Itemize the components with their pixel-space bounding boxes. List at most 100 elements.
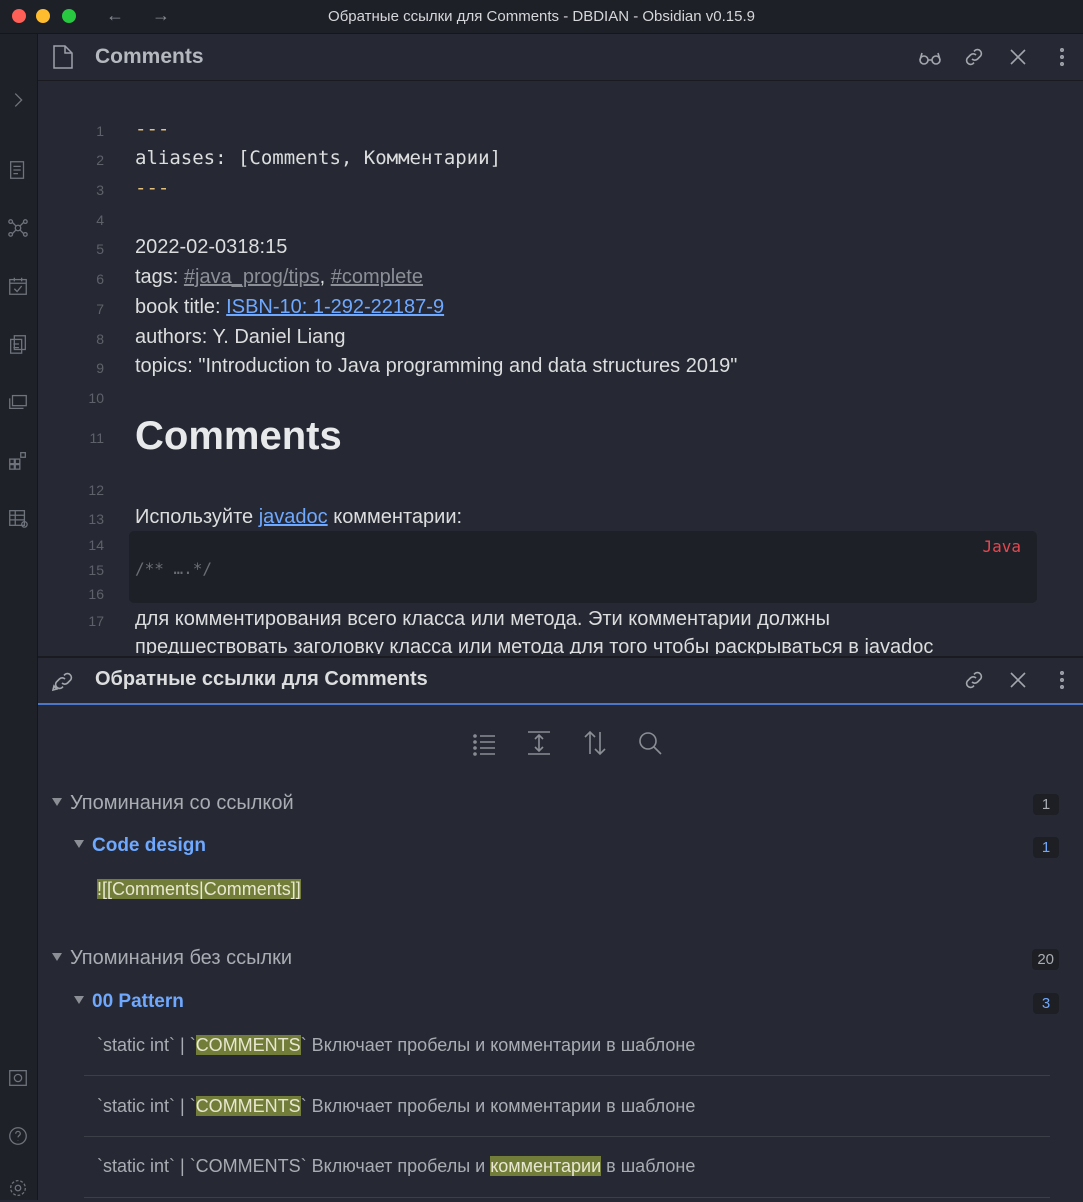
backlink-snippet[interactable]: ![[Comments|Comments]] xyxy=(97,879,301,900)
table-icon[interactable] xyxy=(6,506,30,530)
line-number: 3 xyxy=(96,182,104,198)
vault-icon[interactable] xyxy=(6,1066,30,1090)
left-ribbon xyxy=(0,34,38,1200)
isbn-link[interactable]: ISBN-10: 1-292-22187-9 xyxy=(226,296,444,318)
unlinked-mentions-header[interactable]: Упоминания без ссылки xyxy=(52,947,292,970)
unlinked-snippet[interactable]: `static int` | `COMMENTS` Включает пробе… xyxy=(97,1156,695,1177)
snippet-divider xyxy=(84,1075,1050,1076)
highlighted-link: ![[Comments|Comments]] xyxy=(97,879,301,899)
plugins-icon[interactable] xyxy=(6,448,30,472)
snippet-text: `static int` | ` xyxy=(97,1035,196,1055)
code-language-label: Java xyxy=(982,537,1021,556)
linked-mentions-header[interactable]: Упоминания со ссылкой xyxy=(52,792,294,815)
tags-line: tags: #java_prog/tips, #complete xyxy=(135,266,423,289)
collapse-triangle-icon[interactable] xyxy=(52,952,62,961)
active-pane-indicator xyxy=(38,703,1083,705)
snippet-text: ` Включает пробелы и комментарии в шабло… xyxy=(300,1096,696,1116)
paragraph-text: для комментирования всего класса или мет… xyxy=(135,608,830,630)
code-content: /** ….*/ xyxy=(135,559,213,578)
chevron-right-icon[interactable] xyxy=(6,88,30,112)
unlinked-mentions-count: 20 xyxy=(1032,949,1059,970)
reading-glasses-icon[interactable] xyxy=(918,45,942,69)
unlinked-snippet[interactable]: `static int` | `COMMENTS` Включает пробе… xyxy=(97,1035,695,1056)
line-number: 14 xyxy=(88,537,104,553)
snippet-text: ` Включает пробелы и комментарии в шабло… xyxy=(300,1035,696,1055)
outline-icon[interactable] xyxy=(6,158,30,182)
expand-icon[interactable] xyxy=(526,730,554,758)
tag-link[interactable]: #java_prog/tips xyxy=(184,266,320,288)
note-title: Comments xyxy=(95,45,204,68)
linked-mentions-label: Упоминания со ссылкой xyxy=(70,792,294,814)
document-icon xyxy=(52,44,74,75)
line-number: 17 xyxy=(88,613,104,629)
snippet-highlight: COMMENTS xyxy=(195,1096,301,1116)
line-number: 8 xyxy=(96,331,104,347)
daily-note-icon[interactable] xyxy=(6,274,30,298)
collapse-triangle-icon[interactable] xyxy=(52,797,62,806)
frontmatter-delimiter: --- xyxy=(135,118,170,140)
sort-icon[interactable] xyxy=(582,730,610,758)
frontmatter-delimiter: --- xyxy=(135,177,170,199)
settings-icon[interactable] xyxy=(6,1176,30,1200)
backlinks-icon xyxy=(50,668,76,699)
window-title: Обратные ссылки для Comments - DBDIAN - … xyxy=(328,8,755,25)
book-title-label: book title: xyxy=(135,296,227,318)
paragraph-text: предшествовать заголовку класса или мето… xyxy=(135,636,934,654)
unlinked-file-name[interactable]: 00 Pattern xyxy=(92,991,184,1012)
snippet-highlight: комментарии xyxy=(490,1156,602,1176)
snippet-text: `static int` | `COMMENTS` Включает пробе… xyxy=(97,1156,491,1176)
slides-icon[interactable] xyxy=(6,390,30,414)
frontmatter-value: [Comments, Комментарии] xyxy=(237,147,502,169)
tag-separator: , xyxy=(319,266,331,288)
graph-icon[interactable] xyxy=(6,216,30,240)
snippet-text: `static int` | ` xyxy=(97,1096,196,1116)
help-icon[interactable] xyxy=(6,1124,30,1148)
close-icon[interactable] xyxy=(1006,45,1030,69)
link-icon[interactable] xyxy=(962,668,986,692)
backlinks-pane: Обратные ссылки для Comments Упоминания … xyxy=(38,656,1083,1202)
book-title-line: book title: ISBN-10: 1-292-22187-9 xyxy=(135,296,444,319)
window-titlebar: ← → Обратные ссылки для Comments - DBDIA… xyxy=(0,0,1083,34)
authors-text: authors: Y. Daniel Liang xyxy=(135,326,346,348)
line-number: 9 xyxy=(96,360,104,376)
line-number: 10 xyxy=(88,390,104,406)
unlinked-file[interactable]: 00 Pattern xyxy=(74,991,184,1013)
linked-mentions-count: 1 xyxy=(1033,794,1059,815)
snippet-divider xyxy=(84,1136,1050,1137)
line-number: 7 xyxy=(96,301,104,317)
editor-header: Comments xyxy=(38,34,1083,81)
backlinks-header: Обратные ссылки для Comments xyxy=(38,658,1083,705)
line-number: 12 xyxy=(88,482,104,498)
line-number: 4 xyxy=(96,212,104,228)
more-icon[interactable] xyxy=(1050,668,1074,692)
line-number: 5 xyxy=(96,241,104,257)
frontmatter-key: aliases: xyxy=(135,147,227,169)
topics-text: topics: "Introduction to Java programmin… xyxy=(135,355,738,377)
code-block[interactable]: Java /** ….*/ xyxy=(129,531,1037,603)
paragraph-suffix: комментарии: xyxy=(327,506,463,528)
list-icon[interactable] xyxy=(471,730,499,758)
tags-label: tags: xyxy=(135,266,184,288)
link-icon[interactable] xyxy=(962,45,986,69)
snippet-divider xyxy=(84,1197,1050,1198)
more-icon[interactable] xyxy=(1050,45,1074,69)
frontmatter-aliases: aliases: [Comments, Комментарии] xyxy=(135,147,501,169)
editor-pane: Comments 1 --- 2 aliases: [Comments, Ком… xyxy=(38,34,1083,654)
backlink-file-name[interactable]: Code design xyxy=(92,835,206,856)
copy-icon[interactable] xyxy=(6,332,30,356)
paragraph-prefix: Используйте xyxy=(135,506,259,528)
backlink-file[interactable]: Code design xyxy=(74,835,206,857)
line-number: 6 xyxy=(96,271,104,287)
unlinked-snippet[interactable]: `static int` | `COMMENTS` Включает пробе… xyxy=(97,1096,695,1117)
collapse-triangle-icon[interactable] xyxy=(74,839,84,848)
close-icon[interactable] xyxy=(1006,668,1030,692)
unlinked-mentions-label: Упоминания без ссылки xyxy=(70,947,293,969)
search-icon[interactable] xyxy=(637,730,665,758)
unlinked-file-count: 3 xyxy=(1033,993,1059,1014)
backlink-file-count: 1 xyxy=(1033,837,1059,858)
heading-1: Comments xyxy=(135,414,342,458)
line-number: 13 xyxy=(88,511,104,527)
tag-link[interactable]: #complete xyxy=(331,266,423,288)
collapse-triangle-icon[interactable] xyxy=(74,995,84,1004)
javadoc-link[interactable]: javadoc xyxy=(259,506,328,528)
